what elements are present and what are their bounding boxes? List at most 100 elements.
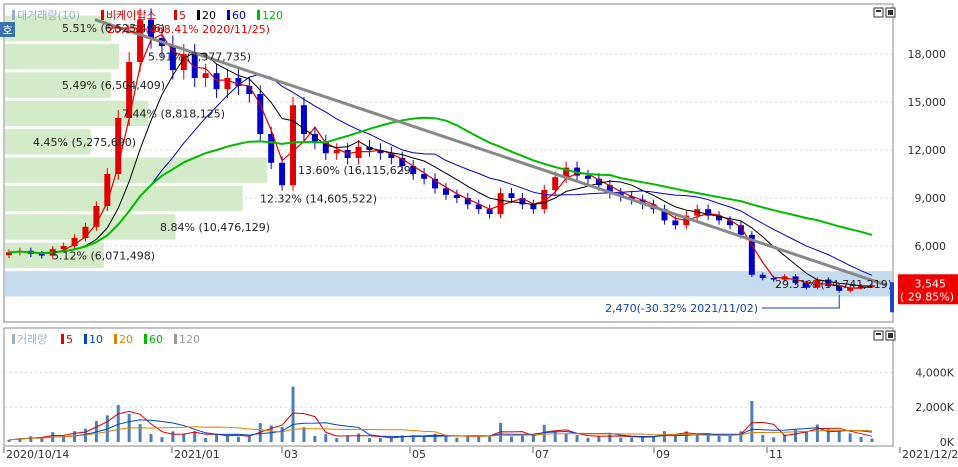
legend-label: 120 bbox=[262, 9, 283, 22]
volume-bar bbox=[281, 427, 284, 442]
volume-profile-band bbox=[5, 214, 176, 239]
chart-window: 18,00015,00012,0009,0006,0005.51% (6,525… bbox=[0, 0, 958, 463]
volume-profile-band bbox=[5, 186, 243, 211]
candle bbox=[443, 188, 449, 194]
candle bbox=[203, 73, 209, 78]
price-tick-label: 9,000 bbox=[915, 192, 947, 205]
candle bbox=[279, 163, 285, 185]
volume-tick-label: 2,000K bbox=[915, 401, 954, 414]
volume-profile-band bbox=[5, 44, 119, 69]
volume-bar bbox=[554, 431, 557, 442]
volume-profile-band bbox=[5, 271, 892, 296]
volume-profile-label: 8.84% (10,476,129) bbox=[160, 221, 270, 234]
volume-profile-label: 5.12% (6,071,498) bbox=[52, 249, 155, 262]
volume-profile-label: 4.45% (5,275,690) bbox=[33, 136, 136, 149]
volume-profile-label: 5.49% (6,504,409) bbox=[62, 79, 165, 92]
volume-bar bbox=[543, 425, 546, 442]
legend-swatch bbox=[174, 10, 177, 20]
volume-bar bbox=[455, 438, 458, 442]
candle bbox=[334, 150, 340, 153]
price-pane: 18,00015,00012,0009,0006,0005.51% (6,525… bbox=[4, 4, 958, 322]
x-tick-label: 2021/12/27 bbox=[902, 448, 958, 461]
volume-bar bbox=[663, 431, 666, 442]
volume-bar bbox=[805, 431, 808, 442]
volume-bar bbox=[182, 434, 185, 442]
legend-swatch bbox=[257, 10, 260, 20]
window-button-glyph bbox=[888, 10, 893, 15]
volume-profile-label: 12.32% (14,605,522) bbox=[260, 193, 377, 206]
volume-pane: 4,000K2,000K0K거래량5102060120 bbox=[4, 328, 955, 449]
volume-bar bbox=[346, 436, 349, 442]
candle bbox=[509, 193, 515, 198]
volume-bar bbox=[619, 438, 622, 442]
candle bbox=[498, 193, 504, 214]
x-tick-label: 07 bbox=[535, 448, 549, 461]
volume-bar bbox=[838, 431, 841, 442]
volume-bar bbox=[335, 438, 338, 442]
volume-bar bbox=[718, 436, 721, 442]
volume-bar bbox=[532, 436, 535, 442]
candle bbox=[530, 204, 536, 209]
candle bbox=[672, 220, 678, 225]
volume-bar bbox=[313, 436, 316, 442]
x-tick-label: 03 bbox=[284, 448, 298, 461]
x-tick-label: 2021/01 bbox=[174, 448, 220, 461]
minimize-icon bbox=[874, 331, 883, 340]
volume-legend-label: 20 bbox=[119, 333, 133, 346]
volume-bar bbox=[40, 438, 43, 442]
candle bbox=[39, 254, 45, 256]
high-annotation: 20,150(468.41% 2020/11/25) bbox=[107, 23, 270, 36]
low-annotation: 2,470(-30.32% 2021/11/02) bbox=[605, 302, 758, 315]
volume-legend-swatch bbox=[144, 334, 147, 344]
price-tick-label: 18,000 bbox=[908, 48, 947, 61]
price-tick-label: 15,000 bbox=[908, 96, 947, 109]
volume-legend-swatch bbox=[84, 334, 87, 344]
legend-label: 5 bbox=[179, 9, 186, 22]
volume-bar bbox=[368, 438, 371, 442]
window-button-glyph bbox=[888, 333, 893, 338]
volume-profile-label: 5.91% (7,377,735) bbox=[148, 51, 251, 64]
current-change-label: ( 29.85%) bbox=[900, 290, 954, 303]
volume-bar bbox=[139, 424, 142, 442]
volume-bar bbox=[488, 436, 491, 442]
x-tick-label: 05 bbox=[412, 448, 426, 461]
volume-bar bbox=[477, 436, 480, 442]
x-tick-label: 2020/10/14 bbox=[6, 448, 69, 461]
volume-bar bbox=[750, 401, 753, 442]
stock-chart: 18,00015,00012,0009,0006,0005.51% (6,525… bbox=[0, 0, 958, 463]
volume-bar bbox=[871, 439, 874, 442]
volume-profile-label: 7.44% (8,818,125) bbox=[122, 107, 225, 120]
volume-bar bbox=[728, 436, 731, 442]
x-tick-label: 11 bbox=[769, 448, 783, 461]
window-button-glyph bbox=[876, 10, 881, 12]
volume-bar bbox=[248, 437, 251, 442]
candle bbox=[760, 275, 766, 278]
volume-bar bbox=[324, 434, 327, 442]
volume-profile-label: 29.31% (34,741,219) bbox=[775, 278, 892, 291]
volume-bar bbox=[150, 434, 153, 442]
volume-bar bbox=[586, 438, 589, 442]
legend-swatch bbox=[12, 10, 15, 20]
volume-bar bbox=[423, 437, 426, 442]
volume-bar bbox=[707, 435, 710, 442]
tab-label: 호 bbox=[2, 24, 12, 37]
volume-bar bbox=[226, 435, 229, 442]
volume-bar bbox=[849, 433, 852, 442]
volume-profile-label: 13.60% (16,115,629) bbox=[298, 164, 415, 177]
volume-bar bbox=[772, 437, 775, 442]
volume-bar bbox=[860, 437, 863, 442]
volume-bar bbox=[696, 435, 699, 442]
legend-swatch bbox=[101, 10, 104, 20]
price-tick-label: 6,000 bbox=[915, 240, 947, 253]
candle bbox=[487, 209, 493, 214]
x-tick-label: 09 bbox=[656, 448, 670, 461]
volume-legend-label: 120 bbox=[179, 333, 200, 346]
volume-legend-swatch bbox=[114, 334, 117, 344]
volume-bar bbox=[576, 435, 579, 442]
volume-legend-label: 60 bbox=[149, 333, 163, 346]
legend-swatch bbox=[227, 10, 230, 20]
volume-bar bbox=[160, 437, 163, 442]
volume-bar bbox=[193, 431, 196, 442]
legend-label: 대거래량(10) bbox=[17, 9, 80, 22]
volume-legend-label: 5 bbox=[66, 333, 73, 346]
